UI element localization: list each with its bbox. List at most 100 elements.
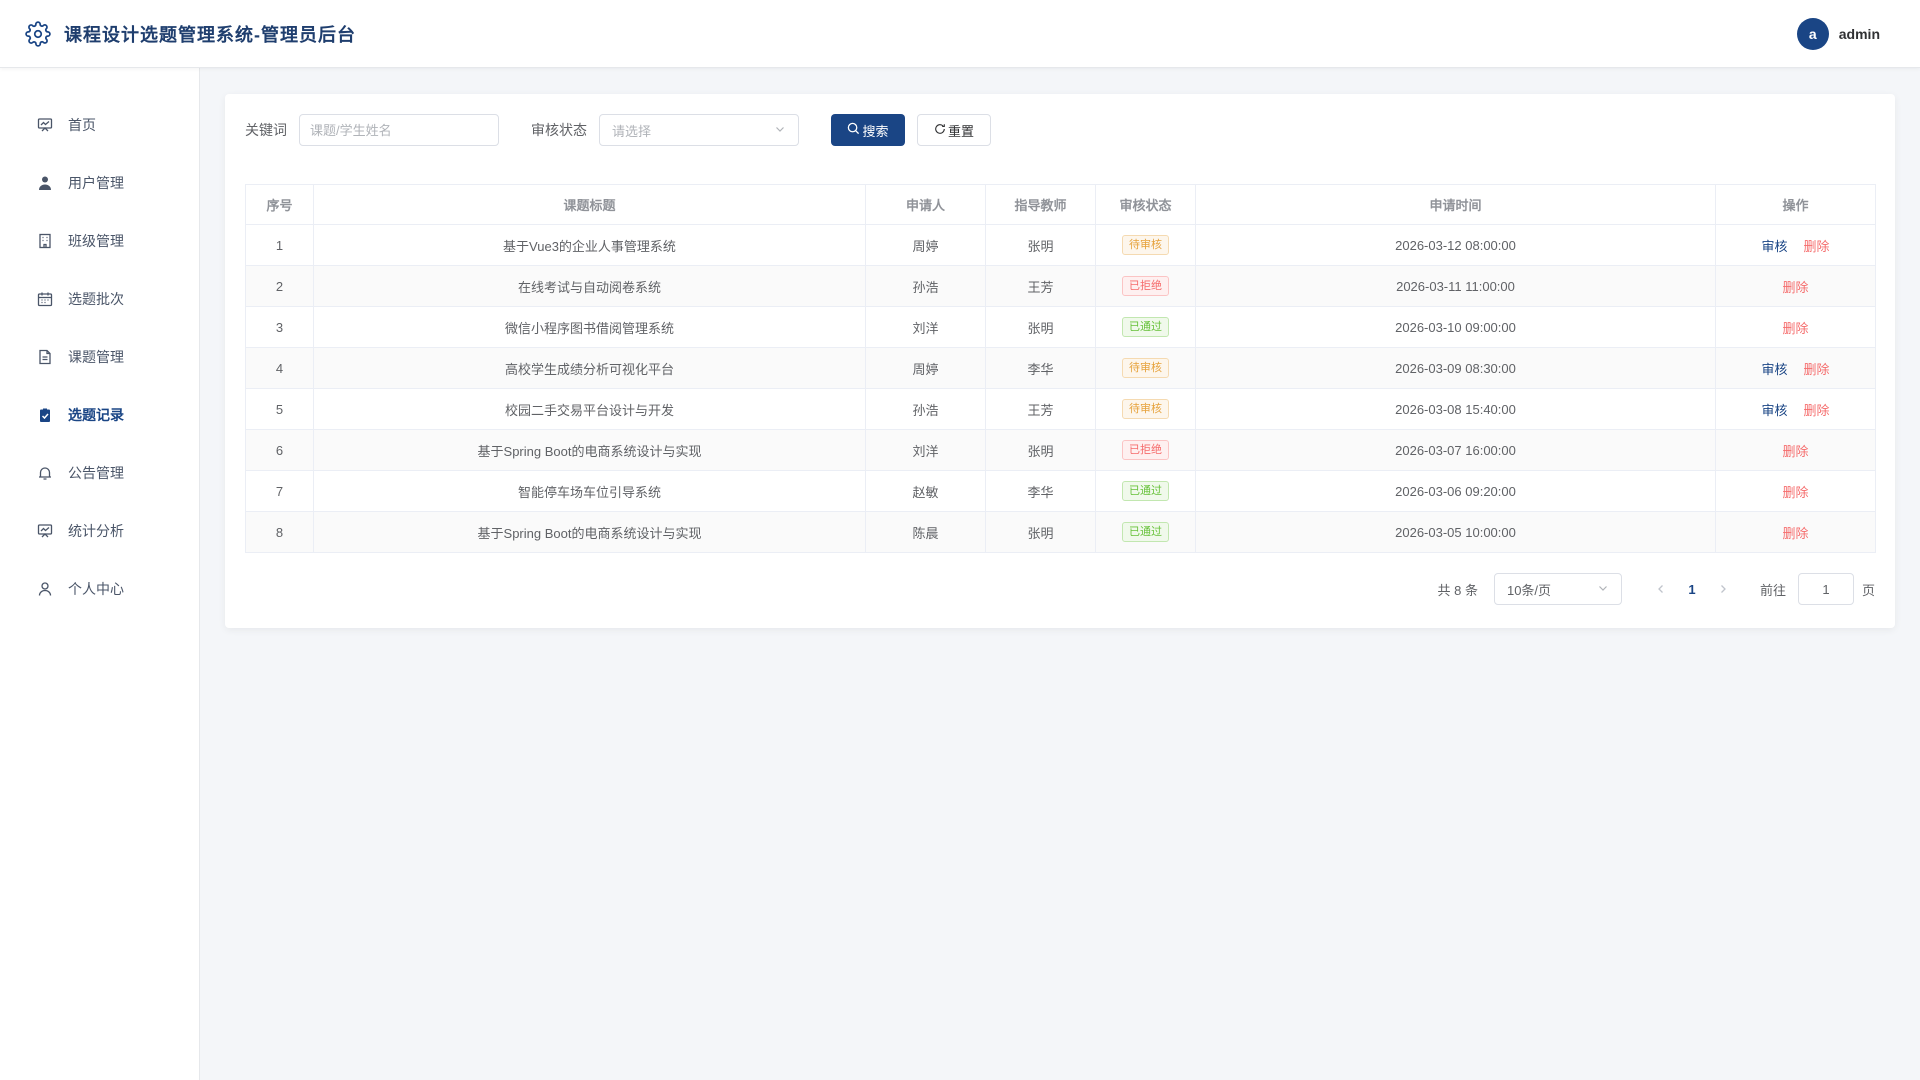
- review-button[interactable]: 审核: [1761, 403, 1787, 418]
- delete-button[interactable]: 删除: [1782, 444, 1808, 459]
- goto-label: 前往: [1759, 582, 1786, 598]
- cell-time: 2026-03-09 08:30:00: [1195, 347, 1716, 389]
- table-row: 4 高校学生成绩分析可视化平台 周婷 李华 待审核 2026-03-09 08:30:00…: [245, 347, 1876, 389]
- calendar-icon: [36, 290, 54, 308]
- delete-button[interactable]: 删除: [1782, 485, 1808, 500]
- cell-no: 3: [245, 306, 314, 348]
- cell-teacher: 张明: [985, 511, 1096, 553]
- status-badge: 待审核: [1122, 235, 1169, 255]
- cell-time: 2026-03-07 16:00:00: [1195, 429, 1716, 471]
- cell-title: 校园二手交易平台设计与开发: [313, 388, 866, 430]
- cell-title: 基于Spring Boot的电商系统设计与实现: [313, 511, 866, 553]
- status-select[interactable]: 请选择: [599, 114, 799, 146]
- cell-teacher: 王芳: [985, 388, 1096, 430]
- table-row: 7 智能停车场车位引导系统 赵敏 李华 已通过 2026-03-06 09:20:00 删除: [245, 470, 1876, 512]
- page-size-select[interactable]: 10条/页: [1493, 573, 1622, 605]
- keyword-label: 关键词: [245, 122, 287, 138]
- table-row: 3 微信小程序图书借阅管理系统 刘洋 张明 已通过 2026-03-10 09:00:00…: [245, 306, 1876, 348]
- cell-actions: 审核 删除: [1715, 347, 1876, 389]
- col-header-actions: 操作: [1715, 184, 1876, 225]
- col-header-title: 课题标题: [313, 184, 866, 225]
- cell-status: 已通过: [1095, 511, 1196, 553]
- cell-time: 2026-03-10 09:00:00: [1195, 306, 1716, 348]
- avatar[interactable]: a: [1796, 17, 1829, 50]
- sidebar-item-home[interactable]: 首页: [0, 96, 199, 154]
- pagination: 共 8 条 10条/页 1 前往 页: [245, 573, 1875, 605]
- col-header-status: 审核状态: [1095, 184, 1196, 225]
- delete-button[interactable]: 删除: [1804, 239, 1830, 254]
- cell-applicant: 孙浩: [865, 265, 986, 307]
- cell-title: 微信小程序图书借阅管理系统: [313, 306, 866, 348]
- col-header-teacher: 指导教师: [985, 184, 1096, 225]
- cell-time: 2026-03-08 15:40:00: [1195, 388, 1716, 430]
- sidebar-item-label: 选题记录: [68, 407, 124, 423]
- cell-applicant: 赵敏: [865, 470, 986, 512]
- status-badge: 待审核: [1122, 399, 1169, 419]
- delete-button[interactable]: 删除: [1782, 526, 1808, 541]
- cell-teacher: 张明: [985, 429, 1096, 471]
- sidebar-item-label: 课题管理: [68, 349, 124, 365]
- cell-applicant: 刘洋: [865, 429, 986, 471]
- dashboard-icon: [36, 116, 54, 134]
- cell-time: 2026-03-06 09:20:00: [1195, 470, 1716, 512]
- review-button[interactable]: 审核: [1761, 362, 1787, 377]
- cell-time: 2026-03-12 08:00:00: [1195, 224, 1716, 266]
- sidebar-item-profile[interactable]: 个人中心: [0, 560, 199, 618]
- delete-button[interactable]: 删除: [1782, 280, 1808, 295]
- cell-applicant: 陈晨: [865, 511, 986, 553]
- sidebar-item-records[interactable]: 选题记录: [0, 386, 199, 444]
- cell-actions: 删除: [1715, 265, 1876, 307]
- delete-button[interactable]: 删除: [1804, 362, 1830, 377]
- page-number[interactable]: 1: [1676, 582, 1708, 597]
- sidebar-item-label: 首页: [68, 117, 96, 133]
- prev-page-icon[interactable]: [1646, 582, 1676, 597]
- table-row: 5 校园二手交易平台设计与开发 孙浩 王芳 待审核 2026-03-08 15:40:00…: [245, 388, 1876, 430]
- cell-no: 7: [245, 470, 314, 512]
- status-badge: 待审核: [1122, 358, 1169, 378]
- sidebar-item-label: 统计分析: [68, 523, 124, 539]
- cell-no: 2: [245, 265, 314, 307]
- col-header-time: 申请时间: [1195, 184, 1716, 225]
- next-page-icon[interactable]: [1708, 582, 1738, 597]
- sidebar: 首页 用户管理 班级管理 选题批次 课题管理 选题记录 公告管理 统计分析 个人…: [0, 68, 200, 1080]
- cell-teacher: 张明: [985, 224, 1096, 266]
- cell-applicant: 周婷: [865, 224, 986, 266]
- table-row: 8 基于Spring Boot的电商系统设计与实现 陈晨 张明 已通过 2026-03-0…: [245, 511, 1876, 553]
- bell-icon: [36, 464, 54, 482]
- status-badge: 已拒绝: [1122, 440, 1169, 460]
- cell-actions: 删除: [1715, 470, 1876, 512]
- reset-button-label: 重置: [947, 123, 974, 139]
- review-button[interactable]: 审核: [1761, 239, 1787, 254]
- search-button[interactable]: 搜索: [831, 114, 905, 146]
- cell-status: 待审核: [1095, 388, 1196, 430]
- sidebar-item-announcements[interactable]: 公告管理: [0, 444, 199, 502]
- sidebar-item-users[interactable]: 用户管理: [0, 154, 199, 212]
- user-menu[interactable]: a admin: [1796, 17, 1880, 50]
- delete-button[interactable]: 删除: [1782, 321, 1808, 336]
- table-row: 2 在线考试与自动阅卷系统 孙浩 王芳 已拒绝 2026-03-11 11:00:00 删除: [245, 265, 1876, 307]
- sidebar-item-batches[interactable]: 选题批次: [0, 270, 199, 328]
- cell-status: 已通过: [1095, 306, 1196, 348]
- user-name[interactable]: admin: [1839, 26, 1880, 42]
- sidebar-item-classes[interactable]: 班级管理: [0, 212, 199, 270]
- chart-icon: [36, 522, 54, 540]
- cell-status: 已拒绝: [1095, 265, 1196, 307]
- cell-title: 基于Vue3的企业人事管理系统: [313, 224, 866, 266]
- keyword-input[interactable]: [299, 114, 499, 146]
- top-header: 课程设计选题管理系统-管理员后台 a admin: [0, 0, 1920, 68]
- reset-button[interactable]: 重置: [917, 114, 991, 146]
- cell-status: 待审核: [1095, 224, 1196, 266]
- cell-status: 待审核: [1095, 347, 1196, 389]
- search-icon: [847, 122, 860, 138]
- cell-actions: 审核 删除: [1715, 388, 1876, 430]
- sidebar-item-statistics[interactable]: 统计分析: [0, 502, 199, 560]
- user-icon: [36, 174, 54, 192]
- search-button-label: 搜索: [862, 123, 889, 139]
- delete-button[interactable]: 删除: [1804, 403, 1830, 418]
- filter-bar: 关键词 审核状态 请选择 搜索 重置: [245, 114, 1875, 146]
- cell-no: 1: [245, 224, 314, 266]
- page-suffix: 页: [1861, 582, 1875, 598]
- sidebar-item-label: 选题批次: [68, 291, 124, 307]
- sidebar-item-topics[interactable]: 课题管理: [0, 328, 199, 386]
- goto-page-input[interactable]: [1797, 573, 1854, 605]
